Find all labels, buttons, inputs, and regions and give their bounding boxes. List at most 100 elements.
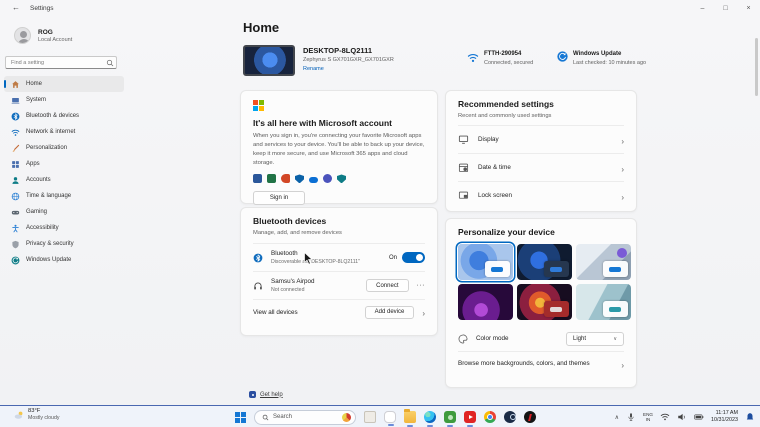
back-button[interactable]: ← bbox=[9, 3, 23, 12]
theme-preview-card bbox=[544, 261, 569, 277]
rename-link[interactable]: Rename bbox=[303, 66, 324, 72]
recommended-row-display[interactable]: Display bbox=[458, 126, 624, 153]
personalization-icon bbox=[12, 144, 20, 152]
theme-tile-windows-light[interactable] bbox=[458, 244, 513, 280]
sidebar-item-time-language[interactable]: Time & language bbox=[4, 188, 124, 204]
display-icon bbox=[458, 135, 469, 144]
bluetooth-row[interactable]: Bluetooth Discoverable as "DESKTOP-8LQ21… bbox=[253, 244, 425, 271]
tray-chevron-up-icon[interactable]: ∧ bbox=[615, 414, 619, 421]
sidebar-item-apps[interactable]: Apps bbox=[4, 156, 124, 172]
network-name[interactable]: FTTH-290954 bbox=[484, 51, 521, 57]
chevron-right-icon[interactable] bbox=[422, 303, 425, 321]
steam-icon[interactable] bbox=[504, 411, 516, 423]
theme-tile-windows-dark[interactable] bbox=[517, 244, 572, 280]
sidebar-item-accounts[interactable]: Accounts bbox=[4, 172, 124, 188]
avatar bbox=[14, 27, 31, 44]
recommended-row-date-time[interactable]: Date & time bbox=[458, 154, 624, 181]
bluetooth-card-subtitle: Manage, add, and remove devices bbox=[253, 230, 342, 236]
weather-icon bbox=[14, 411, 23, 419]
sidebar-nav: Home System Bluetooth & devices Network … bbox=[4, 76, 124, 268]
search-icon bbox=[262, 414, 269, 420]
apps-icon bbox=[12, 160, 19, 168]
scrollbar[interactable] bbox=[755, 38, 758, 96]
chevron-right-icon bbox=[621, 355, 624, 373]
sign-in-button[interactable]: Sign in bbox=[253, 191, 305, 206]
network-icon bbox=[11, 129, 20, 136]
account-block[interactable]: ROG Local Account bbox=[14, 27, 72, 44]
get-help[interactable]: Get help bbox=[249, 391, 283, 398]
sidebar-item-network-internet[interactable]: Network & internet bbox=[4, 124, 124, 140]
sidebar-item-bluetooth-devices[interactable]: Bluetooth & devices bbox=[4, 108, 124, 124]
xbox-icon[interactable] bbox=[444, 411, 456, 427]
browse-themes-row[interactable]: Browse more backgrounds, colors, and the… bbox=[458, 352, 624, 375]
theme-tile-abstract-bloom[interactable] bbox=[517, 284, 572, 320]
notification-bell-icon[interactable] bbox=[745, 412, 755, 422]
theme-preview-card bbox=[603, 301, 628, 317]
language-switcher[interactable]: ENG IN bbox=[643, 412, 653, 423]
taskbar-weather[interactable]: 83°F Mostly cloudy bbox=[14, 408, 59, 421]
color-mode-label: Color mode bbox=[476, 335, 509, 342]
weather-condition: Mostly cloudy bbox=[28, 415, 60, 421]
view-all-devices-link[interactable]: View all devices bbox=[253, 309, 298, 316]
search-input[interactable] bbox=[5, 56, 117, 69]
screen: ← Settings – □ × ROG Local Account Home bbox=[0, 0, 760, 427]
clock[interactable]: 11:17 AM 10/31/2023 bbox=[711, 410, 738, 424]
sidebar-item-personalization[interactable]: Personalization bbox=[4, 140, 124, 156]
sidebar-item-label: Personalization bbox=[26, 145, 68, 151]
microphone-icon[interactable] bbox=[626, 412, 636, 422]
windows-update-icon bbox=[11, 256, 20, 264]
connect-button[interactable]: Connect bbox=[366, 279, 409, 292]
netflix-icon[interactable] bbox=[524, 411, 536, 423]
chrome-icon[interactable] bbox=[484, 411, 496, 423]
file-explorer-icon[interactable] bbox=[364, 411, 376, 423]
home-icon bbox=[12, 80, 19, 88]
bluetooth-label: Bluetooth bbox=[271, 250, 298, 258]
system-icon bbox=[11, 97, 20, 104]
theme-tile-photo-montage[interactable] bbox=[576, 244, 631, 280]
bluetooth-toggle[interactable] bbox=[402, 252, 425, 263]
minimize-button[interactable]: – bbox=[691, 0, 714, 16]
sidebar-item-windows-update[interactable]: Windows Update bbox=[4, 252, 124, 268]
theme-preview-card bbox=[485, 261, 510, 277]
personalize-title: Personalize your device bbox=[458, 227, 555, 237]
taskbar-search[interactable]: Search bbox=[254, 409, 356, 425]
sidebar-item-system[interactable]: System bbox=[4, 92, 124, 108]
ms-card-body: When you sign in, you're connecting your… bbox=[253, 133, 425, 166]
speaker-icon[interactable] bbox=[677, 412, 687, 422]
sidebar-item-label: Apps bbox=[26, 161, 40, 167]
accessibility-icon bbox=[12, 224, 19, 232]
start-button[interactable] bbox=[235, 411, 246, 423]
page-title: Home bbox=[243, 20, 280, 35]
update-status: Last checked: 10 minutes ago bbox=[573, 60, 647, 66]
lock-screen-icon bbox=[458, 191, 469, 199]
device-model: Zephyrus S GX701GXR_GX701GXR bbox=[303, 57, 394, 63]
edge-icon[interactable] bbox=[424, 411, 436, 427]
paired-device-row[interactable]: Samsu's Airpod Not connected Connect ··· bbox=[253, 272, 425, 299]
recommended-settings-card: Recommended settings Recent and commonly… bbox=[445, 90, 637, 212]
recommended-row-lock-screen[interactable]: Lock screen bbox=[458, 182, 624, 209]
microsoft-logo-icon bbox=[253, 100, 264, 111]
battery-icon[interactable] bbox=[694, 412, 704, 422]
sidebar-item-gaming[interactable]: Gaming bbox=[4, 204, 124, 220]
sidebar-item-label: Time & language bbox=[26, 193, 72, 199]
settings-window: ← Settings – □ × ROG Local Account Home bbox=[0, 0, 760, 405]
wifi-icon[interactable] bbox=[660, 412, 670, 422]
theme-tile-teal-bridge[interactable] bbox=[576, 284, 631, 320]
theme-preview-card bbox=[603, 261, 628, 277]
maximize-button[interactable]: □ bbox=[714, 0, 737, 16]
color-mode-dropdown[interactable]: Light bbox=[566, 331, 624, 346]
more-options-button[interactable]: ··· bbox=[417, 282, 426, 289]
folder-icon[interactable] bbox=[404, 409, 416, 427]
sidebar-item-accessibility[interactable]: Accessibility bbox=[4, 220, 124, 236]
sidebar-item-home[interactable]: Home bbox=[4, 76, 124, 92]
youtube-icon[interactable] bbox=[464, 411, 476, 427]
ms-app-icons bbox=[253, 174, 425, 184]
chat-icon[interactable] bbox=[384, 411, 396, 426]
update-title[interactable]: Windows Update bbox=[573, 51, 621, 57]
sidebar-item-label: Windows Update bbox=[26, 257, 72, 263]
sidebar-item-privacy-security[interactable]: Privacy & security bbox=[4, 236, 124, 252]
theme-tile-purple-glow[interactable] bbox=[458, 284, 513, 320]
search-highlights-icon bbox=[342, 412, 351, 422]
add-device-button[interactable]: Add device bbox=[364, 305, 415, 319]
close-button[interactable]: × bbox=[737, 0, 760, 16]
